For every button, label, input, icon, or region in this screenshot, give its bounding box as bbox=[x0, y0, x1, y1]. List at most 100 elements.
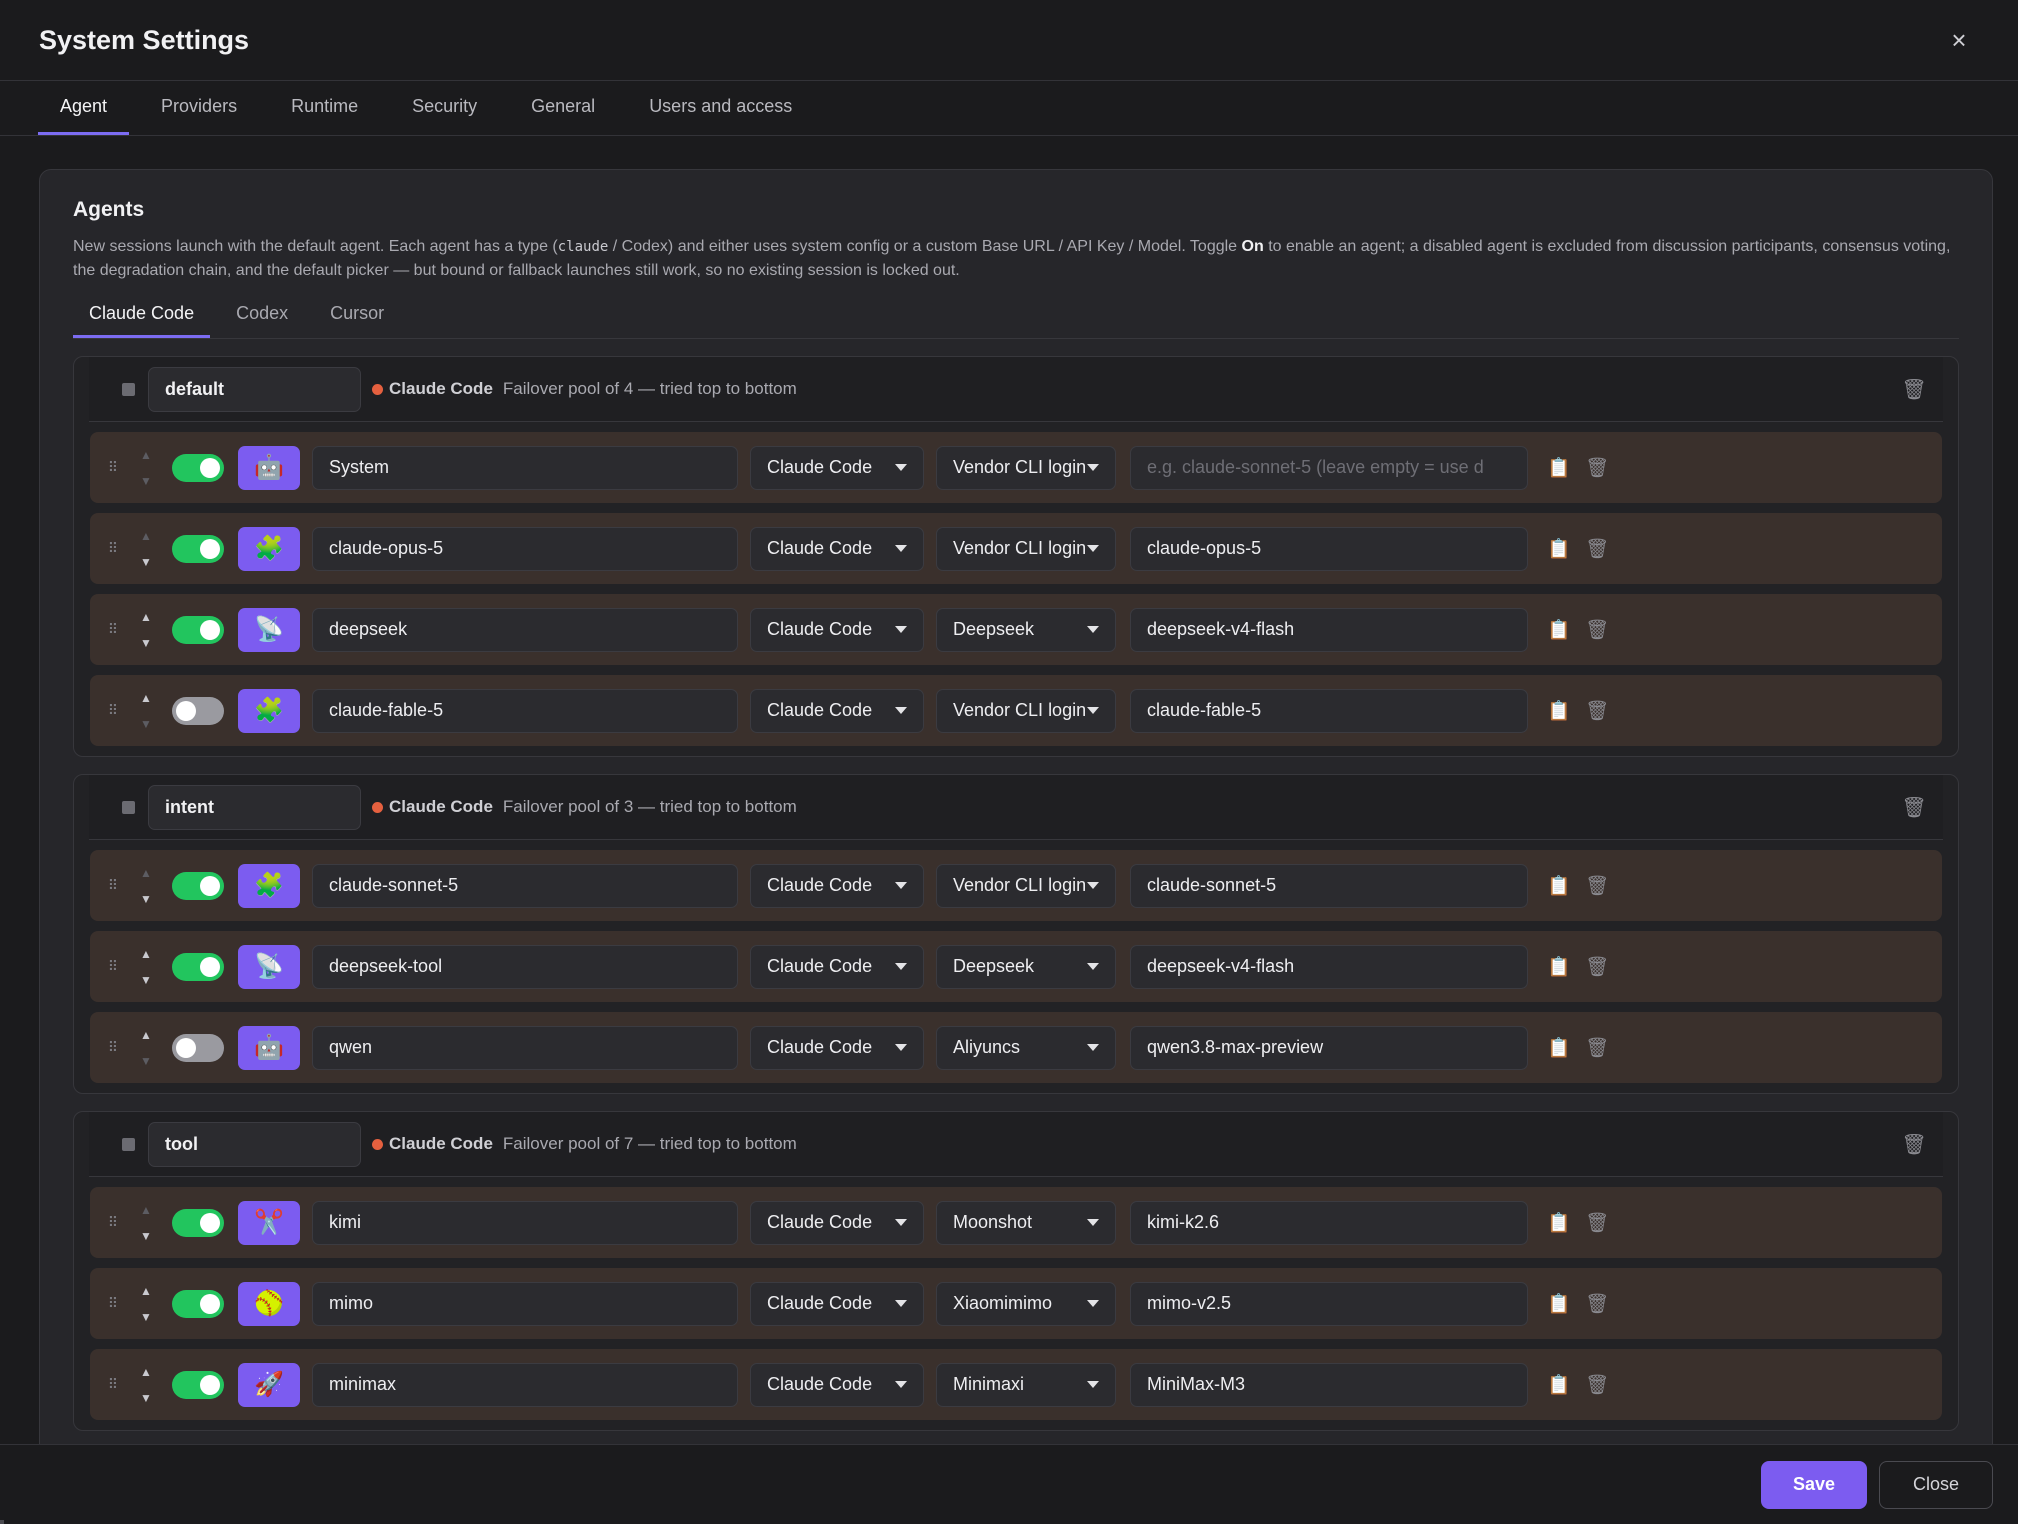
drag-handle-icon[interactable]: ⠿ bbox=[106, 621, 120, 638]
move-down-icon[interactable]: ▼ bbox=[140, 967, 152, 993]
agent-type-select[interactable]: Claude Code bbox=[750, 1200, 924, 1245]
agent-name-input[interactable]: deepseek bbox=[312, 607, 738, 652]
rocket-icon[interactable]: 🚀 bbox=[238, 1362, 300, 1407]
model-input[interactable]: claude-opus-5 bbox=[1130, 526, 1528, 571]
drag-handle-icon[interactable]: ⠿ bbox=[106, 958, 120, 975]
delete-agent-icon[interactable]: 🗑 bbox=[1585, 455, 1609, 481]
model-input[interactable]: e.g. claude-sonnet-5 (leave empty = use … bbox=[1130, 445, 1528, 490]
move-up-icon[interactable]: ▲ bbox=[140, 442, 152, 468]
copy-icon[interactable]: 📋 bbox=[1547, 1372, 1571, 1398]
delete-agent-icon[interactable]: 🗑 bbox=[1585, 698, 1609, 724]
robot-icon[interactable]: 🤖 bbox=[238, 1025, 300, 1070]
provider-select[interactable]: Vendor CLI login bbox=[936, 863, 1116, 908]
group-select-checkbox[interactable] bbox=[122, 1137, 135, 1151]
drag-handle-icon[interactable]: ⠿ bbox=[106, 1295, 120, 1312]
agent-type-select[interactable]: Claude Code bbox=[750, 1025, 924, 1070]
save-button[interactable]: Save bbox=[1761, 1460, 1867, 1509]
drag-handle-icon[interactable]: ⠿ bbox=[106, 1214, 120, 1231]
puzzle-icon[interactable]: 🧩 bbox=[238, 526, 300, 571]
tab-security[interactable]: Security bbox=[390, 81, 499, 135]
copy-icon[interactable]: 📋 bbox=[1547, 1035, 1571, 1061]
agent-type-select[interactable]: Claude Code bbox=[750, 607, 924, 652]
delete-agent-icon[interactable]: 🗑 bbox=[1585, 617, 1609, 643]
group-trash-icon[interactable]: 🗑 bbox=[1901, 378, 1926, 401]
tab-users-and-access[interactable]: Users and access bbox=[627, 81, 814, 135]
provider-select[interactable]: Deepseek bbox=[936, 944, 1116, 989]
satellite-icon[interactable]: 📡 bbox=[238, 944, 300, 989]
tab-general[interactable]: General bbox=[509, 81, 617, 135]
provider-select[interactable]: Moonshot bbox=[936, 1200, 1116, 1245]
delete-agent-icon[interactable]: 🗑 bbox=[1585, 1372, 1609, 1398]
ball-icon[interactable]: 🥎 bbox=[238, 1281, 300, 1326]
provider-select[interactable]: Vendor CLI login bbox=[936, 526, 1116, 571]
drag-handle-icon[interactable]: ⠿ bbox=[106, 1376, 120, 1393]
agent-name-input[interactable]: minimax bbox=[312, 1362, 738, 1407]
provider-select[interactable]: Xiaomimimo bbox=[936, 1281, 1116, 1326]
enable-toggle[interactable] bbox=[172, 696, 224, 725]
move-down-icon[interactable]: ▼ bbox=[140, 468, 152, 494]
enable-toggle[interactable] bbox=[172, 534, 224, 563]
close-icon[interactable]: × bbox=[1939, 20, 1979, 60]
model-input[interactable]: claude-sonnet-5 bbox=[1130, 863, 1528, 908]
agent-type-select[interactable]: Claude Code bbox=[750, 526, 924, 571]
move-up-icon[interactable]: ▲ bbox=[140, 685, 152, 711]
group-select-checkbox[interactable] bbox=[122, 382, 135, 396]
delete-agent-icon[interactable]: 🗑 bbox=[1585, 536, 1609, 562]
copy-icon[interactable]: 📋 bbox=[1547, 455, 1571, 481]
copy-icon[interactable]: 📋 bbox=[1547, 1210, 1571, 1236]
drag-handle-icon[interactable]: ⠿ bbox=[106, 540, 120, 557]
move-down-icon[interactable]: ▼ bbox=[140, 886, 152, 912]
agent-name-input[interactable]: claude-fable-5 bbox=[312, 688, 738, 733]
group-name-input[interactable]: tool bbox=[148, 1121, 361, 1167]
agent-name-input[interactable]: deepseek-tool bbox=[312, 944, 738, 989]
move-down-icon[interactable]: ▼ bbox=[140, 1385, 152, 1411]
close-button[interactable]: Close bbox=[1879, 1460, 1993, 1509]
tab-providers[interactable]: Providers bbox=[139, 81, 259, 135]
model-input[interactable]: deepseek-v4-flash bbox=[1130, 607, 1528, 652]
copy-icon[interactable]: 📋 bbox=[1547, 698, 1571, 724]
tab-runtime[interactable]: Runtime bbox=[269, 81, 380, 135]
move-down-icon[interactable]: ▼ bbox=[140, 630, 152, 656]
agent-name-input[interactable]: System bbox=[312, 445, 738, 490]
model-input[interactable]: kimi-k2.6 bbox=[1130, 1200, 1528, 1245]
model-input[interactable]: claude-fable-5 bbox=[1130, 688, 1528, 733]
scissors-icon[interactable]: ✂️ bbox=[238, 1200, 300, 1245]
enable-toggle[interactable] bbox=[172, 871, 224, 900]
move-up-icon[interactable]: ▲ bbox=[140, 1359, 152, 1385]
move-up-icon[interactable]: ▲ bbox=[140, 1278, 152, 1304]
agent-name-input[interactable]: claude-sonnet-5 bbox=[312, 863, 738, 908]
subtab-cursor[interactable]: Cursor bbox=[314, 303, 400, 338]
copy-icon[interactable]: 📋 bbox=[1547, 617, 1571, 643]
model-input[interactable]: deepseek-v4-flash bbox=[1130, 944, 1528, 989]
puzzle-icon[interactable]: 🧩 bbox=[238, 863, 300, 908]
move-down-icon[interactable]: ▼ bbox=[140, 1048, 152, 1074]
copy-icon[interactable]: 📋 bbox=[1547, 1291, 1571, 1317]
group-select-checkbox[interactable] bbox=[122, 800, 135, 814]
agent-name-input[interactable]: qwen bbox=[312, 1025, 738, 1070]
group-name-input[interactable]: default bbox=[148, 366, 361, 412]
copy-icon[interactable]: 📋 bbox=[1547, 873, 1571, 899]
agent-type-select[interactable]: Claude Code bbox=[750, 688, 924, 733]
agent-name-input[interactable]: mimo bbox=[312, 1281, 738, 1326]
delete-agent-icon[interactable]: 🗑 bbox=[1585, 873, 1609, 899]
group-name-input[interactable]: intent bbox=[148, 784, 361, 830]
satellite-icon[interactable]: 📡 bbox=[238, 607, 300, 652]
agent-name-input[interactable]: claude-opus-5 bbox=[312, 526, 738, 571]
puzzle-icon[interactable]: 🧩 bbox=[238, 688, 300, 733]
enable-toggle[interactable] bbox=[172, 1370, 224, 1399]
delete-agent-icon[interactable]: 🗑 bbox=[1585, 1210, 1609, 1236]
provider-select[interactable]: Aliyuncs bbox=[936, 1025, 1116, 1070]
drag-handle-icon[interactable]: ⠿ bbox=[106, 459, 120, 476]
enable-toggle[interactable] bbox=[172, 453, 224, 482]
agent-name-input[interactable]: kimi bbox=[312, 1200, 738, 1245]
enable-toggle[interactable] bbox=[172, 1033, 224, 1062]
delete-agent-icon[interactable]: 🗑 bbox=[1585, 1035, 1609, 1061]
agent-type-select[interactable]: Claude Code bbox=[750, 1281, 924, 1326]
drag-handle-icon[interactable]: ⠿ bbox=[106, 1039, 120, 1056]
enable-toggle[interactable] bbox=[172, 952, 224, 981]
enable-toggle[interactable] bbox=[172, 1289, 224, 1318]
move-up-icon[interactable]: ▲ bbox=[140, 523, 152, 549]
enable-toggle[interactable] bbox=[172, 615, 224, 644]
move-up-icon[interactable]: ▲ bbox=[140, 1197, 152, 1223]
move-up-icon[interactable]: ▲ bbox=[140, 604, 152, 630]
